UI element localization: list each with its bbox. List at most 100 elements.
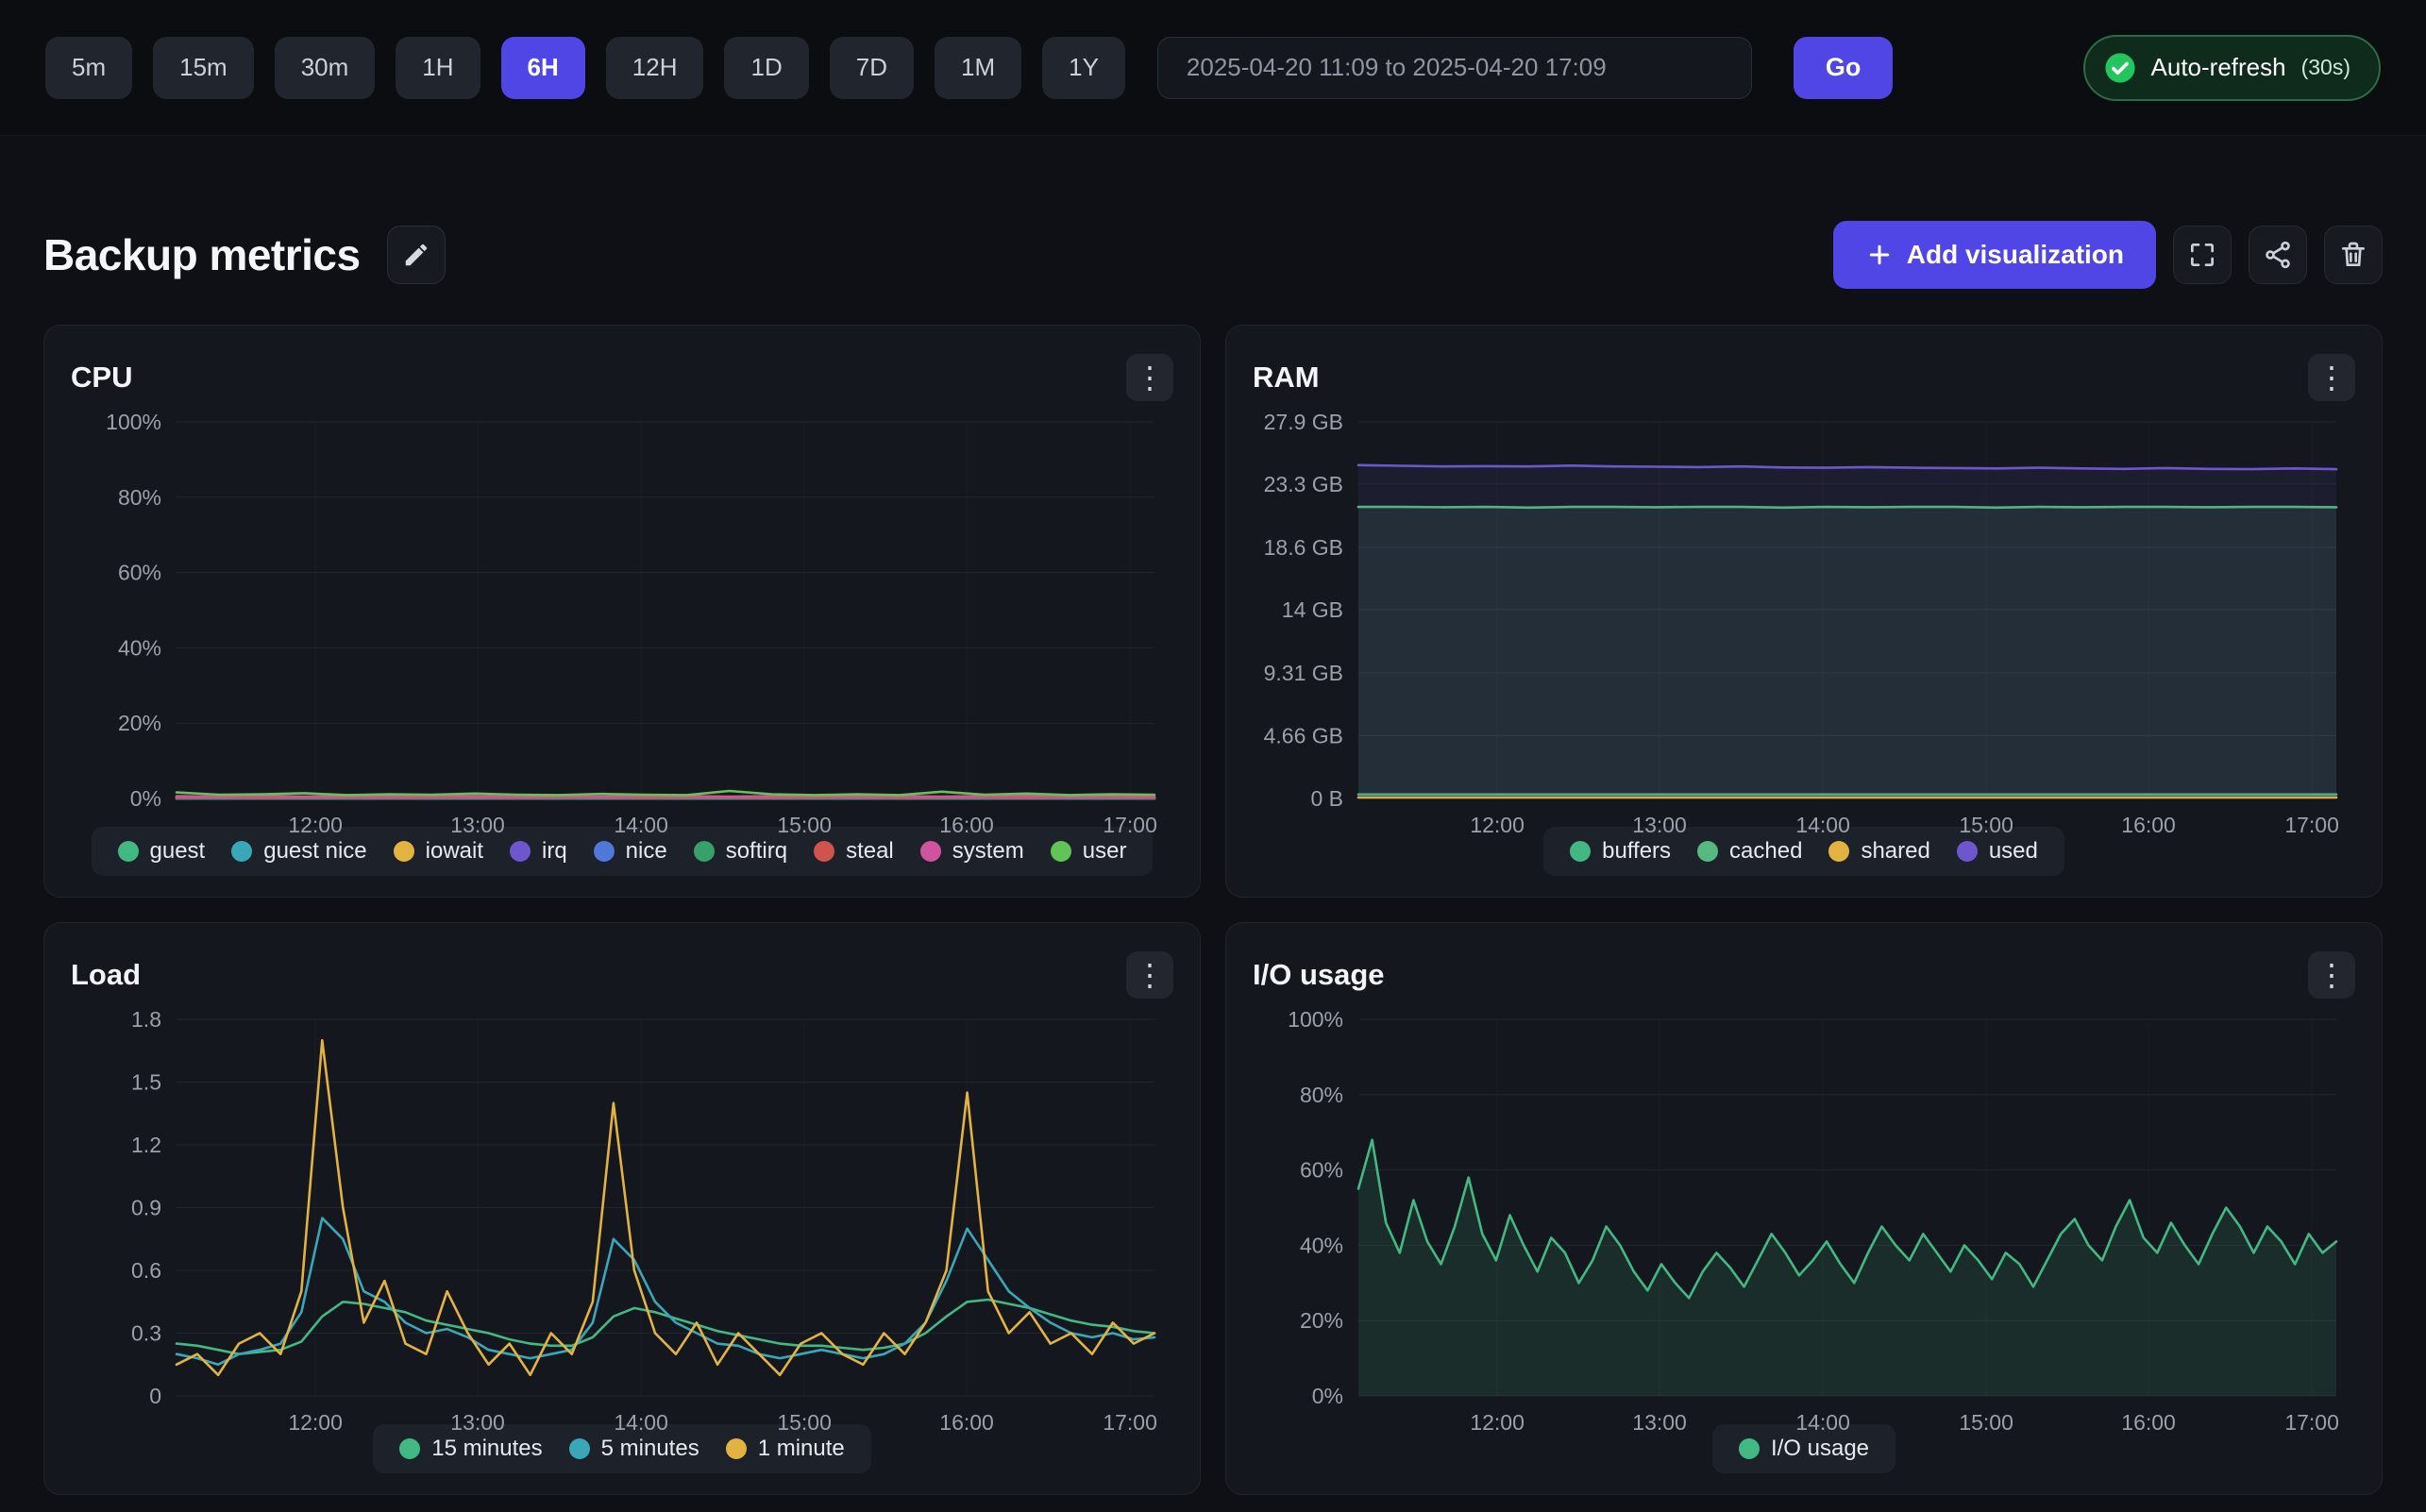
time-range-1y[interactable]: 1Y — [1042, 37, 1125, 99]
load-chart-canvas: 12:0013:0014:0015:0016:0017:0000.30.60.9… — [71, 1004, 1173, 1415]
time-range-30m[interactable]: 30m — [275, 37, 376, 99]
kebab-icon: ⋮ — [2316, 362, 2347, 393]
svg-text:27.9 GB: 27.9 GB — [1264, 410, 1343, 434]
panel-io-menu-button[interactable]: ⋮ — [2308, 951, 2355, 999]
fullscreen-icon — [2187, 240, 2217, 270]
page-title: Backup metrics — [43, 229, 361, 280]
svg-text:60%: 60% — [1300, 1158, 1343, 1183]
panels-grid: CPU ⋮ 12:00 13:00 14:00 15:00 16:00 17:00 0% 20… — [43, 325, 2383, 1495]
panel-io-title: I/O usage — [1253, 958, 1385, 992]
svg-text:15:00: 15:00 — [1959, 813, 2013, 837]
panel-ram: RAM ⋮ 12:0013:0014:0015:0016:0017:000 B4… — [1225, 325, 2383, 898]
pencil-icon — [402, 241, 430, 269]
svg-text:20%: 20% — [118, 711, 161, 735]
trash-icon — [2338, 240, 2368, 270]
svg-text:13:00: 13:00 — [1632, 813, 1687, 837]
panel-load-header: Load ⋮ — [71, 946, 1173, 1004]
check-circle-icon — [2104, 52, 2136, 84]
svg-text:17:00: 17:00 — [2284, 813, 2339, 837]
svg-text:12:00: 12:00 — [288, 813, 343, 837]
svg-text:12:00: 12:00 — [1470, 813, 1525, 837]
share-button[interactable] — [2249, 226, 2307, 284]
legend-dot — [1570, 841, 1591, 862]
svg-text:18.6 GB: 18.6 GB — [1264, 535, 1343, 560]
time-range-5m[interactable]: 5m — [45, 37, 132, 99]
svg-text:0%: 0% — [1312, 1384, 1343, 1408]
go-button[interactable]: Go — [1794, 37, 1894, 99]
kebab-icon: ⋮ — [1135, 362, 1165, 393]
legend-dot — [1051, 841, 1071, 862]
svg-text:60%: 60% — [118, 561, 161, 585]
svg-text:15:00: 15:00 — [1959, 1410, 2013, 1435]
cpu-chart-canvas: 12:0013:0014:0015:0016:0017:000%20%40%60… — [71, 407, 1173, 817]
svg-text:40%: 40% — [1300, 1233, 1343, 1257]
svg-text:16:00: 16:00 — [939, 1410, 994, 1435]
svg-text:15:00: 15:00 — [777, 1410, 832, 1435]
svg-text:15:00: 15:00 — [777, 813, 832, 837]
svg-text:16:00: 16:00 — [939, 813, 994, 837]
panel-cpu: CPU ⋮ 12:0013:0014:0015:0016:0017:000%20… — [43, 325, 1201, 898]
svg-text:16:00: 16:00 — [2121, 813, 2176, 837]
svg-text:4.66 GB: 4.66 GB — [1264, 723, 1343, 748]
header-actions: Add visualization — [1833, 221, 2383, 289]
time-range-12h[interactable]: 12H — [606, 37, 704, 99]
svg-text:9.31 GB: 9.31 GB — [1264, 661, 1343, 685]
svg-text:12:00: 12:00 — [288, 1410, 343, 1435]
svg-text:14:00: 14:00 — [1795, 1410, 1850, 1435]
legend-dot — [510, 841, 531, 862]
svg-text:0: 0 — [149, 1384, 161, 1408]
time-range-7d[interactable]: 7D — [830, 37, 914, 99]
time-range-6h[interactable]: 6H — [501, 37, 585, 99]
svg-text:100%: 100% — [106, 410, 161, 434]
legend-dot — [1828, 841, 1849, 862]
edit-title-button[interactable] — [387, 226, 446, 284]
panel-load-title: Load — [71, 958, 141, 992]
time-range-15m[interactable]: 15m — [153, 37, 254, 99]
legend-dot — [569, 1438, 590, 1459]
legend-dot — [1957, 841, 1978, 862]
panel-load: Load ⋮ 12:0013:0014:0015:0016:0017:0000.… — [43, 922, 1201, 1495]
time-range-group: 5m 15m 30m 1H 6H 12H 1D 7D 1M 1Y — [45, 37, 1125, 99]
panel-cpu-title: CPU — [71, 361, 132, 395]
date-range-input[interactable]: 2025-04-20 11:09 to 2025-04-20 17:09 — [1157, 37, 1752, 99]
panel-ram-header: RAM ⋮ — [1253, 348, 2355, 407]
legend-dot — [594, 841, 615, 862]
fullscreen-button[interactable] — [2173, 226, 2232, 284]
svg-text:0%: 0% — [130, 786, 161, 811]
time-range-1m[interactable]: 1M — [935, 37, 1021, 99]
legend-dot — [920, 841, 941, 862]
legend-dot — [118, 841, 139, 862]
time-range-1d[interactable]: 1D — [724, 37, 808, 99]
topbar: 5m 15m 30m 1H 6H 12H 1D 7D 1M 1Y 2025-04-20 11:09… — [0, 0, 2426, 136]
add-visualization-label: Add visualization — [1907, 240, 2124, 270]
time-range-1h[interactable]: 1H — [396, 37, 480, 99]
svg-text:80%: 80% — [118, 485, 161, 510]
svg-text:13:00: 13:00 — [450, 813, 505, 837]
legend-dot — [726, 1438, 747, 1459]
svg-text:0.3: 0.3 — [131, 1321, 161, 1346]
auto-refresh-toggle[interactable]: Auto-refresh (30s) — [2083, 35, 2381, 101]
svg-text:1.2: 1.2 — [131, 1133, 161, 1157]
auto-refresh-label: Auto-refresh — [2151, 53, 2286, 82]
panel-ram-menu-button[interactable]: ⋮ — [2308, 354, 2355, 401]
legend-dot — [1697, 841, 1718, 862]
svg-text:40%: 40% — [118, 635, 161, 660]
svg-text:14:00: 14:00 — [614, 1410, 668, 1435]
panel-cpu-menu-button[interactable]: ⋮ — [1126, 354, 1173, 401]
legend-dot — [231, 841, 252, 862]
panel-load-menu-button[interactable]: ⋮ — [1126, 951, 1173, 999]
svg-text:1.5: 1.5 — [131, 1070, 161, 1095]
svg-text:14:00: 14:00 — [1795, 813, 1850, 837]
ram-chart-canvas: 12:0013:0014:0015:0016:0017:000 B4.66 GB… — [1253, 407, 2355, 817]
svg-text:12:00: 12:00 — [1470, 1410, 1525, 1435]
kebab-icon: ⋮ — [2316, 960, 2347, 990]
svg-text:13:00: 13:00 — [1632, 1410, 1687, 1435]
svg-text:14 GB: 14 GB — [1282, 597, 1343, 622]
add-visualization-button[interactable]: Add visualization — [1833, 221, 2156, 289]
svg-text:13:00: 13:00 — [450, 1410, 505, 1435]
svg-text:23.3 GB: 23.3 GB — [1264, 472, 1343, 496]
share-icon — [2263, 240, 2293, 270]
svg-text:16:00: 16:00 — [2121, 1410, 2176, 1435]
page-header: Backup metrics Add visualization — [43, 221, 2383, 289]
delete-dashboard-button[interactable] — [2324, 226, 2383, 284]
